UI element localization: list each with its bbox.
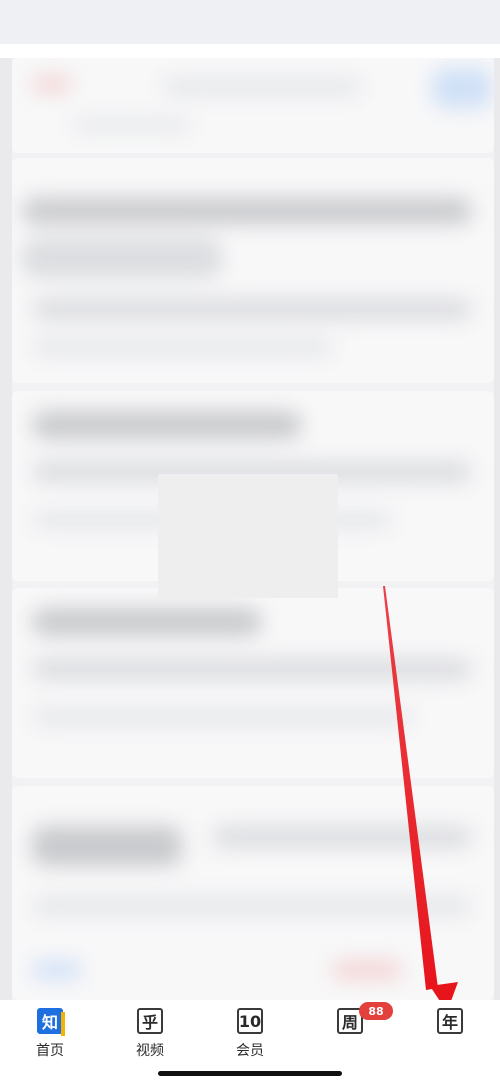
feed-card-4[interactable]	[12, 588, 494, 778]
tab-video[interactable]: 乎 视频	[110, 1008, 190, 1068]
tab-home[interactable]: 知 首页	[10, 1008, 90, 1068]
image-placeholder	[158, 474, 338, 598]
blurred-content	[12, 588, 494, 778]
blurred-content	[12, 58, 494, 153]
blurred-content	[12, 158, 494, 383]
blurred-content	[12, 786, 494, 1000]
notification-badge: 88	[359, 1002, 393, 1020]
feed-card-1[interactable]	[12, 58, 494, 153]
zhi-logo-icon: 知	[37, 1008, 65, 1036]
tab-vip[interactable]: 10 会员	[210, 1008, 290, 1068]
video-icon: 乎	[137, 1008, 163, 1034]
feed-card-2[interactable]	[12, 158, 494, 383]
message-icon-wrap: 周 88	[337, 1002, 393, 1034]
feed-right-edge	[494, 58, 500, 1000]
tab-vip-label: 会员	[236, 1043, 264, 1059]
profile-icon: 年	[437, 1008, 463, 1034]
feed-left-edge	[0, 58, 12, 1000]
tab-home-label: 首页	[36, 1043, 64, 1059]
vip-icon: 10	[237, 1008, 263, 1034]
home-indicator[interactable]	[158, 1071, 342, 1076]
tab-messages[interactable]: 周 88	[310, 1002, 393, 1068]
header-gap	[0, 44, 500, 58]
tab-video-label: 视频	[136, 1043, 164, 1059]
feed-card-5[interactable]	[12, 786, 494, 1000]
status-bar	[0, 0, 500, 44]
tab-profile[interactable]: 年	[410, 1008, 490, 1068]
